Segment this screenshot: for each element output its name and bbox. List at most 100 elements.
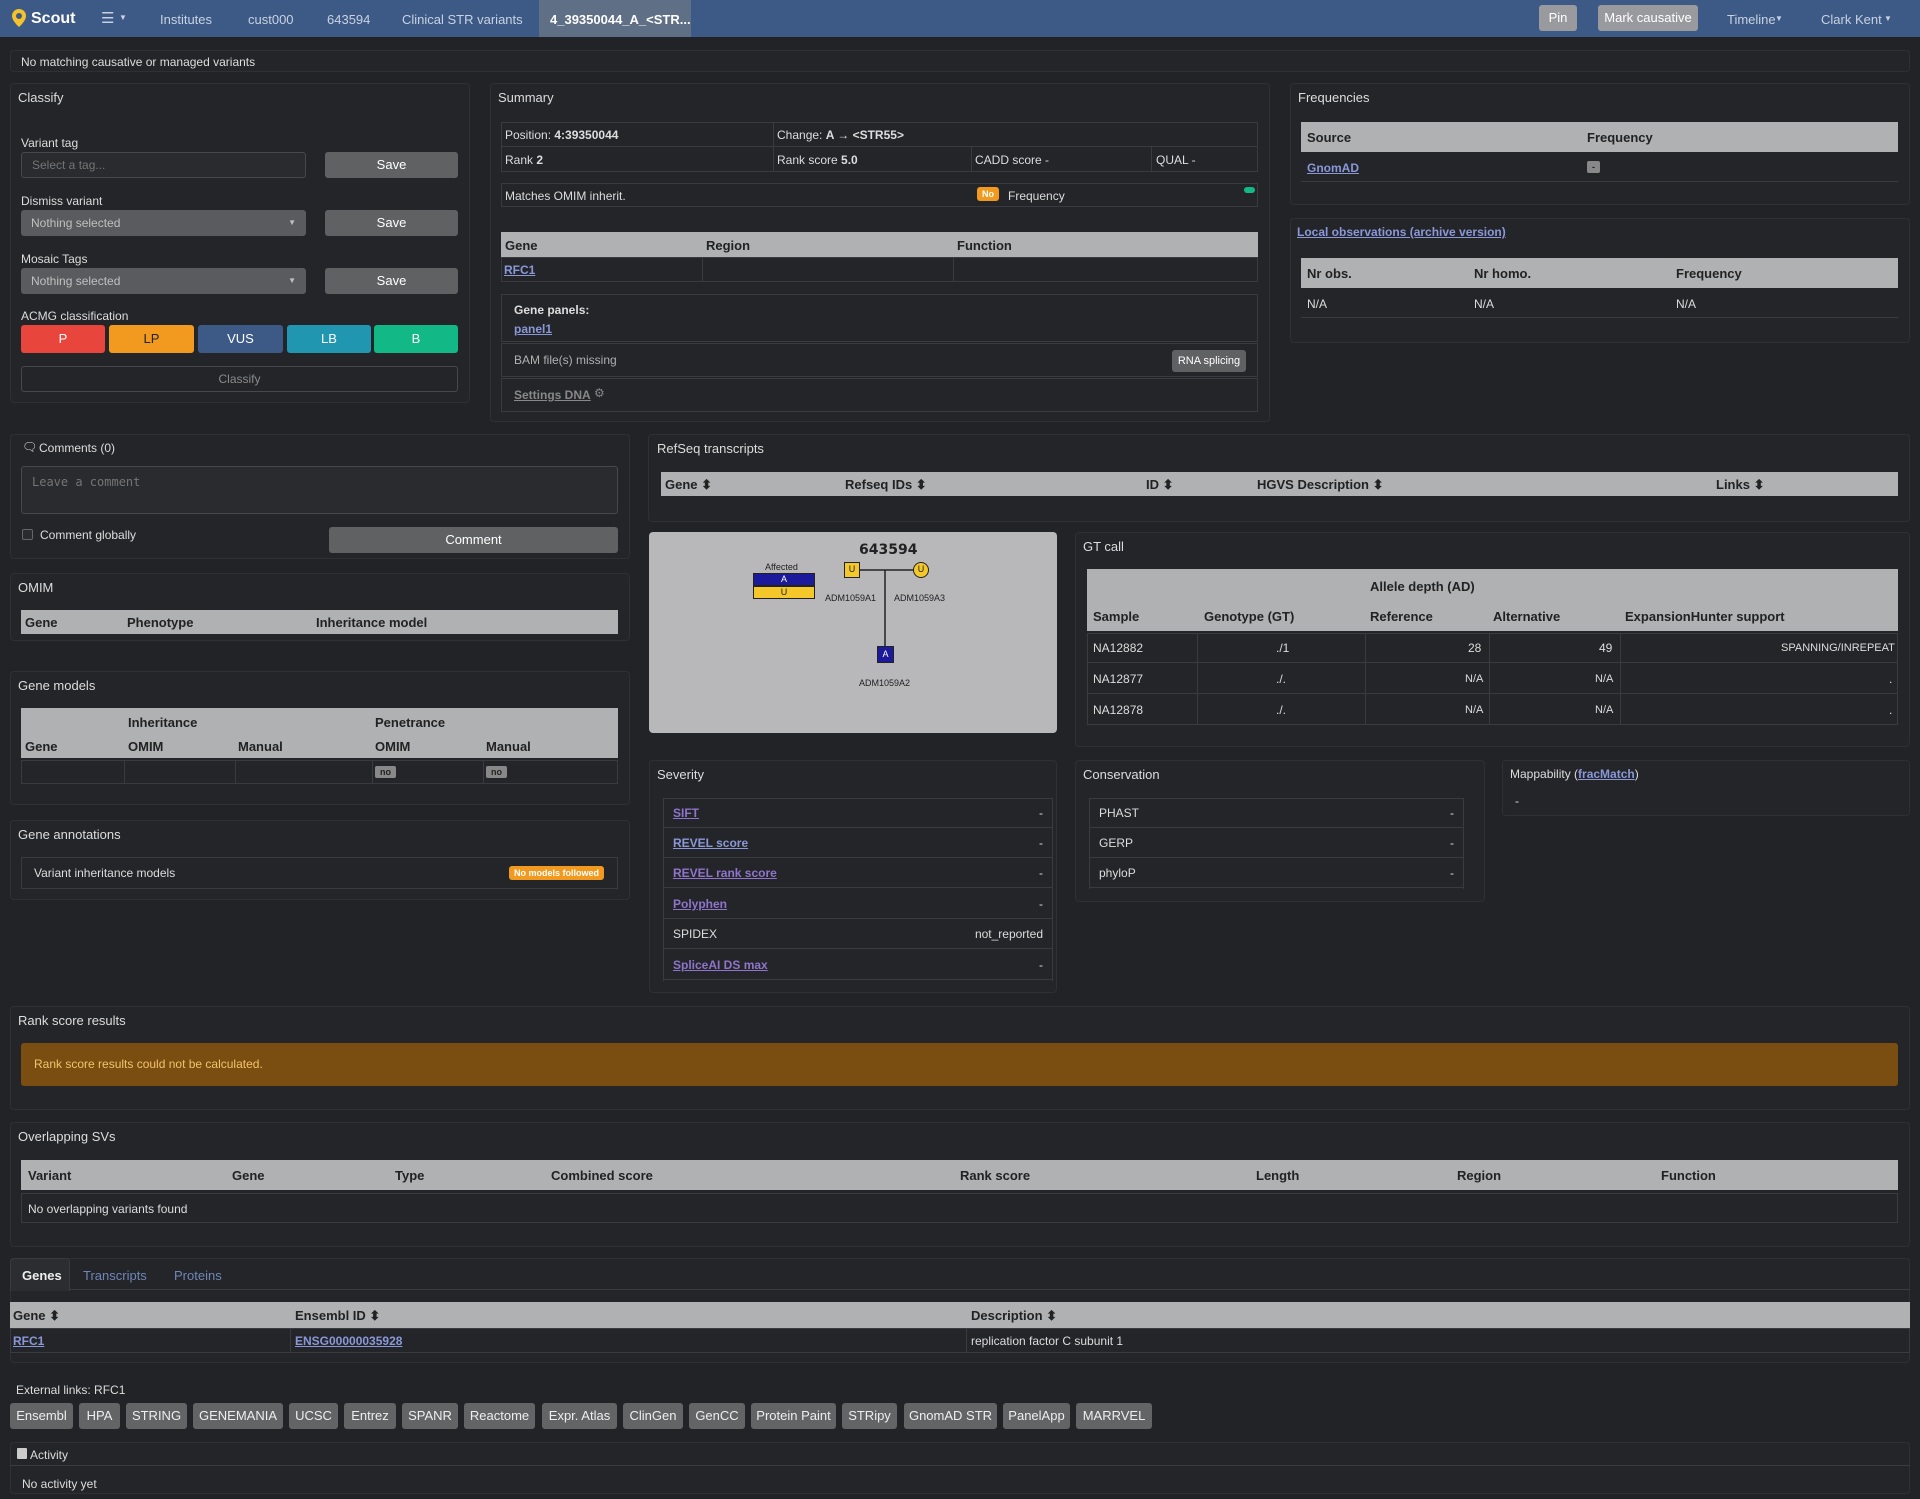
acmg-pathogenic-button[interactable]: P <box>21 325 105 353</box>
ext-link-hpa[interactable]: HPA <box>79 1403 120 1429</box>
tab-transcripts[interactable]: Transcripts <box>83 1268 147 1283</box>
gt-alt-1: 49 <box>1599 641 1613 655</box>
gears-icon: ⚙ <box>594 386 605 400</box>
ext-link-expr-atlas[interactable]: Expr. Atlas <box>542 1403 617 1429</box>
classify-button[interactable]: Classify <box>21 366 458 392</box>
save-mosaic-button[interactable]: Save <box>325 268 458 294</box>
polyphen-link[interactable]: Polyphen <box>673 897 727 911</box>
comment-globally-checkbox[interactable] <box>22 529 33 540</box>
phast-value: - <box>1450 806 1454 820</box>
col-ensembl-id[interactable]: Ensembl ID ⬍ <box>295 1308 380 1324</box>
tab-proteins[interactable]: Proteins <box>174 1268 222 1283</box>
revel-score-link[interactable]: REVEL score <box>673 836 748 850</box>
summary-title: Summary <box>498 90 554 105</box>
genes-gene-link[interactable]: RFC1 <box>13 1334 44 1348</box>
spidex-value: not_reported <box>974 927 1043 941</box>
fracmatch-link[interactable]: fracMatch <box>1578 767 1635 781</box>
ext-link-entrez[interactable]: Entrez <box>344 1403 396 1429</box>
nav-current-variant: 4_39350044_A_<STR... <box>550 12 691 27</box>
father-node[interactable]: U <box>844 562 860 578</box>
ext-link-marrvel[interactable]: MARRVEL <box>1076 1403 1152 1429</box>
genes-table-header: Gene ⬍ Ensembl ID ⬍ Description ⬍ <box>10 1302 1910 1328</box>
acmg-vus-button[interactable]: VUS <box>198 325 283 353</box>
col-hgvs[interactable]: HGVS Description ⬍ <box>1257 477 1383 493</box>
panel-link[interactable]: panel1 <box>514 322 552 336</box>
rank-score-alert-text: Rank score results could not be calculat… <box>34 1057 263 1071</box>
ext-link-stripy[interactable]: STRipy <box>842 1403 897 1429</box>
col-local-frequency: Frequency <box>1676 266 1742 281</box>
col-reference: Reference <box>1370 609 1433 624</box>
menu-icon[interactable]: ☰ <box>101 9 114 27</box>
ext-link-ucsc[interactable]: UCSC <box>289 1403 338 1429</box>
col-nr-homo: Nr homo. <box>1474 266 1532 281</box>
position-label: Position: <box>505 128 555 142</box>
col-genes-gene[interactable]: Gene ⬍ <box>13 1308 60 1324</box>
ext-link-gencc[interactable]: GenCC <box>689 1403 745 1429</box>
pin-button[interactable]: Pin <box>1539 5 1577 31</box>
rna-splicing-button[interactable]: RNA splicing <box>1172 350 1246 372</box>
overlapping-svs-title: Overlapping SVs <box>18 1129 116 1144</box>
nav-institute-id[interactable]: cust000 <box>248 12 294 27</box>
ensembl-id-link[interactable]: ENSG00000035928 <box>295 1334 402 1348</box>
nav-case[interactable]: 643594 <box>327 12 370 27</box>
spliceai-link[interactable]: SpliceAI DS max <box>673 958 768 972</box>
save-dismiss-button[interactable]: Save <box>325 210 458 236</box>
ext-link-spanr[interactable]: SPANR <box>402 1403 458 1429</box>
nav-institutes[interactable]: Institutes <box>160 12 212 27</box>
severity-title: Severity <box>657 767 704 782</box>
ext-link-string[interactable]: STRING <box>126 1403 187 1429</box>
comment-button[interactable]: Comment <box>329 527 618 553</box>
acmg-benign-button[interactable]: B <box>374 325 458 353</box>
frequencies-header: Source Frequency <box>1301 122 1898 152</box>
acmg-likely-benign-button[interactable]: LB <box>287 325 371 353</box>
comments-icon: 🗨 <box>22 440 38 454</box>
gt-alt-2: N/A <box>1595 673 1614 685</box>
overlapping-empty-row: No overlapping variants found <box>21 1193 1898 1223</box>
ext-link-panelapp[interactable]: PanelApp <box>1003 1403 1070 1429</box>
brand[interactable]: Scout <box>31 10 75 28</box>
ext-link-ensembl[interactable]: Ensembl <box>10 1403 73 1429</box>
col-function: Function <box>957 238 1012 253</box>
nr-homo-value: N/A <box>1474 297 1495 311</box>
col-links[interactable]: Links ⬍ <box>1716 477 1764 493</box>
nav-current-variant-tab[interactable]: 4_39350044_A_<STR... <box>539 0 691 37</box>
local-observations-link[interactable]: Local observations (archive version) <box>1297 225 1506 239</box>
comment-textarea[interactable] <box>21 466 618 514</box>
col-gene: Gene <box>505 238 538 253</box>
sift-link[interactable]: SIFT <box>673 806 699 820</box>
ext-link-reactome[interactable]: Reactome <box>464 1403 535 1429</box>
nav-variant-list[interactable]: Clinical STR variants <box>402 12 523 27</box>
revel-rank-score-link[interactable]: REVEL rank score <box>673 866 777 880</box>
col-refseq-id[interactable]: ID ⬍ <box>1146 477 1174 493</box>
mosaic-select-value: Nothing selected <box>31 274 121 288</box>
mark-causative-button[interactable]: Mark causative <box>1598 5 1698 31</box>
rank-value: 2 <box>536 153 544 167</box>
variant-tag-input[interactable] <box>21 152 306 178</box>
save-tag-button[interactable]: Save <box>325 152 458 178</box>
col-refseq-ids[interactable]: Refseq IDs ⬍ <box>845 477 927 493</box>
gnomad-link[interactable]: GnomAD <box>1307 161 1359 175</box>
user-dropdown[interactable]: Clark Kent <box>1821 12 1882 27</box>
mother-node[interactable]: U <box>913 562 929 578</box>
rank-score-value: 5.0 <box>841 153 858 167</box>
ext-link-protein-paint[interactable]: Protein Paint <box>751 1403 836 1429</box>
dismiss-variant-select[interactable]: Nothing selected ▼ <box>21 210 306 236</box>
gene-link[interactable]: RFC1 <box>504 263 535 277</box>
tab-genes[interactable]: Genes <box>22 1268 62 1283</box>
ext-link-gnomad-str[interactable]: GnomAD STR <box>904 1403 997 1429</box>
child-node[interactable]: A <box>877 646 894 663</box>
timeline-dropdown[interactable]: Timeline <box>1727 12 1776 27</box>
acmg-likely-pathogenic-button[interactable]: LP <box>109 325 194 353</box>
settings-dna-link[interactable]: Settings DNA <box>514 388 591 402</box>
col-gm-gene: Gene <box>25 739 58 754</box>
mosaic-tags-select[interactable]: Nothing selected ▼ <box>21 268 306 294</box>
col-sv-gene: Gene <box>232 1168 265 1183</box>
col-refseq-gene[interactable]: Gene ⬍ <box>665 477 712 493</box>
col-description[interactable]: Description ⬍ <box>971 1308 1057 1324</box>
acmg-label: ACMG classification <box>21 309 129 323</box>
ext-link-genemania[interactable]: GENEMANIA <box>193 1403 283 1429</box>
nr-obs-value: N/A <box>1307 297 1328 311</box>
scout-logo-icon[interactable] <box>12 9 26 27</box>
col-sample: Sample <box>1093 609 1140 624</box>
ext-link-clingen[interactable]: ClinGen <box>623 1403 683 1429</box>
